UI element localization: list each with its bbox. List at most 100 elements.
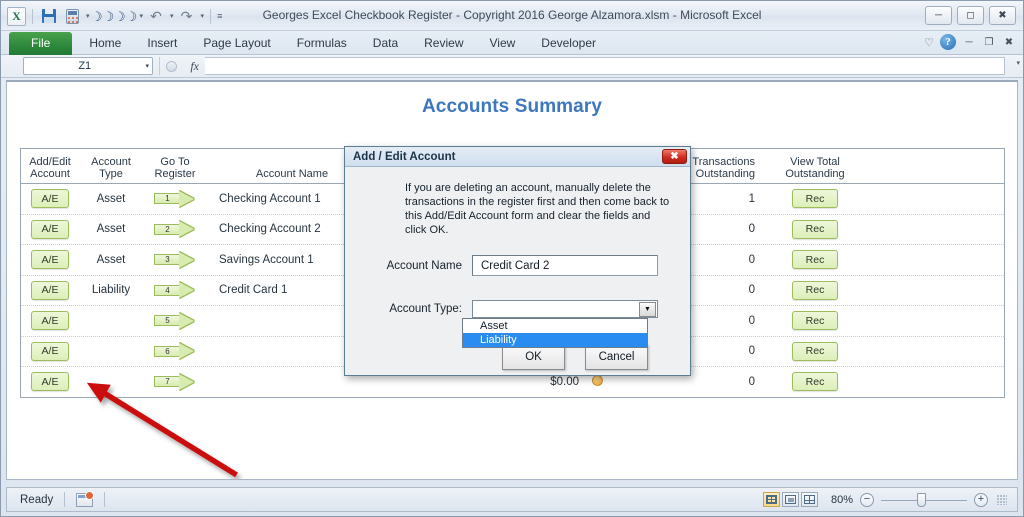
add-edit-account-dialog: Add / Edit Account ✖ If you are deleting…	[344, 146, 691, 376]
insert-function-circle-icon[interactable]	[166, 60, 177, 72]
tab-page-layout[interactable]: Page Layout	[190, 32, 283, 55]
add-edit-account-button[interactable]: A/E	[31, 219, 69, 239]
arrow-right-icon	[179, 343, 194, 360]
go-to-register-button[interactable]: 6	[143, 343, 207, 360]
ribbon-tab-list: File Home Insert Page Layout Formulas Da…	[1, 31, 1023, 55]
reconcile-button[interactable]: Rec	[792, 189, 838, 209]
dropdown-option-liability[interactable]: Liability	[463, 333, 647, 347]
fx-zone: fx	[159, 57, 205, 75]
tab-home[interactable]: Home	[76, 32, 134, 55]
add-edit-account-button[interactable]: A/E	[31, 280, 69, 300]
reconcile-button[interactable]: Rec	[792, 311, 838, 331]
header-go-to-register: Go To Register	[154, 156, 196, 180]
header-add-edit-account: Add/Edit Account	[29, 156, 71, 180]
add-edit-account-button[interactable]: A/E	[31, 341, 69, 361]
add-edit-account-button[interactable]: A/E	[31, 250, 69, 270]
add-edit-account-button[interactable]: A/E	[31, 311, 69, 331]
tab-review[interactable]: Review	[411, 32, 476, 55]
collapse-ribbon-icon[interactable]: ♡	[924, 36, 934, 49]
workbook-restore-icon[interactable]: ❐	[982, 37, 996, 48]
dialog-close-button[interactable]: ✖	[662, 149, 687, 164]
insert-function-icon[interactable]: fx	[190, 59, 199, 74]
status-right-controls: 80% − +	[763, 492, 1017, 507]
account-name-input[interactable]: Credit Card 2	[472, 255, 658, 276]
arrow-right-icon	[179, 373, 194, 390]
normal-view-button[interactable]	[763, 492, 780, 507]
status-divider-2	[104, 492, 106, 507]
help-icon[interactable]: ?	[940, 34, 956, 50]
ribbon-right-controls: ♡ ? ─ ❐ ✖	[924, 34, 1016, 50]
zoom-level-label[interactable]: 80%	[825, 494, 853, 506]
window-title: Georges Excel Checkbook Register - Copyr…	[262, 8, 762, 22]
name-box[interactable]: Z1 ▾	[23, 57, 153, 75]
go-to-register-button[interactable]: 1	[143, 190, 207, 207]
zoom-slider-thumb[interactable]	[917, 492, 926, 507]
go-to-register-number: 7	[154, 376, 180, 388]
reconcile-button[interactable]: Rec	[792, 219, 838, 239]
account-type-label: Account Type:	[389, 303, 462, 315]
cell-account-type: Asset	[96, 223, 126, 236]
macro-record-icon[interactable]	[76, 490, 95, 507]
tab-view[interactable]: View	[477, 32, 529, 55]
arrow-right-icon	[179, 282, 194, 299]
go-to-register-button[interactable]: 3	[143, 251, 207, 268]
cell-account-type: Asset	[96, 192, 126, 205]
arrow-right-icon	[179, 312, 194, 329]
status-dot-orange-icon	[591, 374, 603, 386]
go-to-register-button[interactable]: 2	[143, 221, 207, 238]
tab-formulas[interactable]: Formulas	[284, 32, 360, 55]
dialog-title-bar: Add / Edit Account ✖	[345, 147, 690, 167]
window-minimize-button[interactable]: ─	[925, 6, 952, 25]
add-edit-account-button[interactable]: A/E	[31, 372, 69, 392]
status-text: Ready	[20, 493, 54, 506]
window-close-button[interactable]: ✖	[989, 6, 1016, 25]
workbook-close-icon[interactable]: ✖	[1002, 37, 1016, 48]
page-break-view-button[interactable]	[801, 492, 818, 507]
name-box-value: Z1	[78, 60, 92, 72]
tab-insert[interactable]: Insert	[134, 32, 190, 55]
zoom-in-button[interactable]: +	[974, 492, 988, 507]
formula-bar: Z1 ▾ fx ▾	[1, 55, 1023, 78]
chevron-down-icon[interactable]: ▼	[639, 301, 656, 317]
reconcile-button[interactable]: Rec	[792, 280, 838, 300]
cell-account-type: Asset	[96, 253, 126, 266]
reconcile-button[interactable]: Rec	[792, 250, 838, 270]
status-bar: Ready 80% − +	[6, 487, 1018, 512]
title-bar: X ▾ ☽☽ ☽☽ ▾ ↶ ▾ ↷ ▾ ≡ Georges Excel Chec…	[1, 1, 1023, 31]
tab-file[interactable]: File	[9, 32, 73, 55]
cell-transactions-outstanding: 0	[748, 375, 755, 388]
page-layout-view-button[interactable]	[782, 492, 799, 507]
go-to-register-button[interactable]: 5	[143, 312, 207, 329]
resize-grip-icon[interactable]	[997, 494, 1007, 505]
go-to-register-number: 4	[154, 284, 180, 296]
page-break-view-icon	[804, 495, 815, 504]
window-maximize-button[interactable]: ◻	[957, 6, 984, 25]
dialog-body: If you are deleting an account, manually…	[345, 167, 690, 376]
tab-data[interactable]: Data	[360, 32, 411, 55]
dropdown-option-asset[interactable]: Asset	[463, 319, 647, 333]
formula-input[interactable]	[205, 57, 1005, 75]
arrow-right-icon	[179, 221, 194, 238]
go-to-register-button[interactable]: 7	[143, 373, 207, 390]
go-to-register-button[interactable]: 4	[143, 282, 207, 299]
go-to-register-number: 1	[154, 193, 180, 205]
reconcile-button[interactable]: Rec	[792, 341, 838, 361]
reconcile-button[interactable]: Rec	[792, 372, 838, 392]
account-type-dropdown-list: Asset Liability	[462, 318, 648, 348]
zoom-slider[interactable]	[881, 492, 967, 507]
go-to-register-number: 2	[154, 223, 180, 235]
zoom-out-button[interactable]: −	[860, 492, 874, 507]
go-to-register-number: 5	[154, 315, 180, 327]
account-type-combobox[interactable]: ▼	[472, 300, 658, 318]
dialog-instruction-text: If you are deleting an account, manually…	[405, 182, 670, 236]
ribbon-tabs-bar: File Home Insert Page Layout Formulas Da…	[1, 31, 1023, 55]
header-view-total-outstanding: View Total Outstanding	[785, 156, 845, 180]
name-box-dropdown-icon[interactable]: ▾	[145, 62, 149, 70]
formula-bar-expand-icon[interactable]: ▾	[1016, 59, 1020, 67]
add-edit-account-button[interactable]: A/E	[31, 189, 69, 209]
tab-developer[interactable]: Developer	[528, 32, 609, 55]
account-name-label: Account Name	[386, 259, 462, 272]
workbook-minimize-icon[interactable]: ─	[962, 37, 976, 48]
arrow-right-icon	[179, 251, 194, 268]
view-mode-buttons	[763, 492, 818, 507]
